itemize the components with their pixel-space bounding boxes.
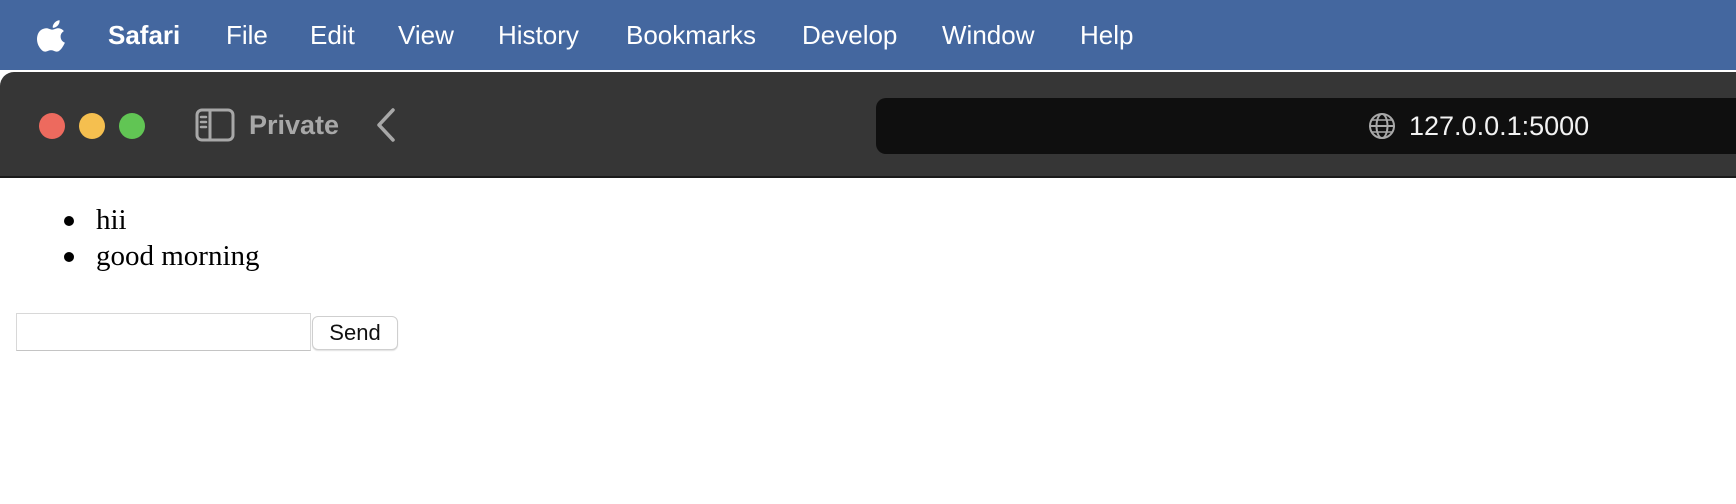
menu-bar: Safari File Edit View History Bookmarks … xyxy=(0,0,1736,70)
menu-history[interactable]: History xyxy=(498,18,579,52)
private-mode-label: Private xyxy=(249,110,340,140)
message-input[interactable] xyxy=(16,313,311,351)
list-item: hii xyxy=(56,202,260,238)
close-window-button[interactable] xyxy=(39,113,65,139)
list-item: good morning xyxy=(56,238,260,274)
chevron-left-icon[interactable] xyxy=(374,106,398,144)
menu-bookmarks[interactable]: Bookmarks xyxy=(626,18,756,52)
globe-icon xyxy=(1369,113,1395,139)
zoom-window-button[interactable] xyxy=(119,113,145,139)
menu-help[interactable]: Help xyxy=(1080,18,1133,52)
menu-develop[interactable]: Develop xyxy=(802,18,897,52)
menu-file[interactable]: File xyxy=(226,18,268,52)
menu-view[interactable]: View xyxy=(398,18,454,52)
bullet-icon xyxy=(64,252,74,262)
menu-app-safari[interactable]: Safari xyxy=(108,18,180,52)
menu-window[interactable]: Window xyxy=(942,18,1034,52)
bullet-icon xyxy=(64,216,74,226)
apple-logo-icon[interactable] xyxy=(37,18,71,52)
browser-toolbar: Private 127.0.0.1:5000 xyxy=(0,72,1736,178)
address-bar[interactable]: 127.0.0.1:5000 xyxy=(876,98,1736,154)
message-list: hii good morning xyxy=(56,202,260,274)
message-text: hii xyxy=(96,204,127,236)
page-content: hii good morning Send xyxy=(0,178,1736,504)
menu-edit[interactable]: Edit xyxy=(310,18,355,52)
message-text: good morning xyxy=(96,240,260,272)
safari-window: Private 127.0.0.1:5000 hii good morning xyxy=(0,72,1736,504)
url-text[interactable]: 127.0.0.1:5000 xyxy=(1409,109,1589,143)
send-button[interactable]: Send xyxy=(312,316,398,350)
sidebar-icon[interactable] xyxy=(195,108,235,142)
minimize-window-button[interactable] xyxy=(79,113,105,139)
